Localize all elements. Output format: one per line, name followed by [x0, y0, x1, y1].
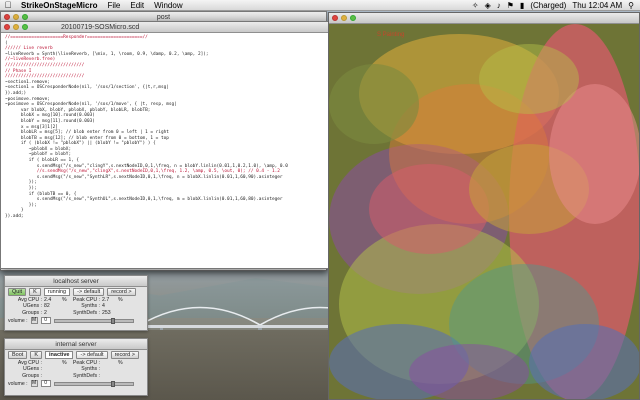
paint-blob	[409, 344, 529, 399]
kill-button[interactable]: K	[30, 351, 42, 359]
code-line: s.sendMsg("/s_new","SynthUL",s.nextNodeI…	[5, 197, 283, 203]
volume-row: volume : M 0	[5, 316, 147, 325]
volume-value[interactable]: 0	[40, 317, 51, 325]
volume-slider[interactable]	[53, 317, 134, 324]
painting-canvas[interactable]	[329, 24, 640, 400]
zoom-icon[interactable]	[22, 14, 28, 20]
code-editor-window: 20100719-SOSMicro.scd //================…	[0, 21, 329, 269]
localhost-server-panel: localhost server Quit K running -> defau…	[4, 275, 148, 331]
stat-cell	[118, 310, 124, 316]
close-icon[interactable]	[332, 15, 338, 21]
close-icon[interactable]	[4, 14, 10, 20]
menu-file[interactable]: File	[102, 0, 125, 11]
clock[interactable]: Thu 12:04 AM	[572, 0, 622, 11]
default-button[interactable]: -> default	[76, 351, 108, 359]
server-status: running	[43, 288, 71, 296]
menu-bar:  StrikeOnStageMicro File Edit Window ✧ …	[0, 0, 640, 11]
stat-cell	[44, 373, 62, 379]
server-stats: Avg CPU :% Peak CPU :% UGens : Synths : Grou…	[5, 360, 147, 379]
slider-thumb[interactable]	[110, 317, 115, 324]
code-line: s.sendMsg("/s_new","SynthLR",s.nextNodeI…	[5, 174, 283, 180]
boot-button[interactable]: Boot	[8, 351, 28, 359]
slider-thumb[interactable]	[110, 380, 115, 387]
code-line: }).add;	[5, 214, 24, 219]
editor-title: 20100719-SOSMicro.scd	[61, 24, 140, 31]
wifi-icon[interactable]: ◈	[485, 0, 491, 11]
stat-cell	[118, 373, 124, 379]
stat-cell: 2	[44, 309, 47, 316]
internal-server-panel: internal server Boot K inactive -> defau…	[4, 338, 148, 396]
internal-server-titlebar[interactable]: internal server	[5, 339, 147, 350]
painting-window: S Painting	[328, 12, 640, 400]
stat-cell: Groups :	[22, 372, 42, 379]
localhost-server-titlebar[interactable]: localhost server	[5, 276, 147, 287]
code-text-area[interactable]: //====================Responder=========…	[1, 33, 328, 269]
kill-button[interactable]: K	[29, 288, 41, 296]
volume-icon[interactable]: ♪	[497, 0, 501, 11]
stat-cell: SynthDefs :	[73, 372, 100, 379]
minimize-icon[interactable]	[13, 14, 19, 20]
volume-slider[interactable]	[53, 380, 134, 387]
menu-window[interactable]: Window	[149, 0, 187, 11]
painting-label: S Painting	[377, 32, 405, 38]
stat-cell: SynthDefs :	[73, 309, 100, 316]
zoom-icon[interactable]	[22, 24, 28, 30]
mute-button[interactable]: M	[30, 380, 38, 388]
stat-cell: 253	[102, 309, 111, 316]
battery-status[interactable]: (Charged)	[530, 0, 566, 11]
server-stats: Avg CPU :2.4% Peak CPU :2.7% UGens :82 Synt…	[5, 297, 147, 316]
minimize-icon[interactable]	[13, 24, 19, 30]
painting-titlebar[interactable]	[329, 13, 639, 24]
editor-titlebar[interactable]: 20100719-SOSMicro.scd	[1, 22, 328, 33]
menu-edit[interactable]: Edit	[125, 0, 149, 11]
record-button[interactable]: record >	[107, 288, 136, 296]
paint-blob	[549, 84, 639, 224]
post-window-title: post	[156, 14, 171, 21]
volume-label: volume :	[8, 380, 28, 387]
internal-server-title: internal server	[55, 341, 97, 348]
localhost-server-title: localhost server	[53, 278, 99, 285]
minimize-icon[interactable]	[341, 15, 347, 21]
server-status: inactive	[45, 351, 74, 359]
quit-button[interactable]: Quit	[8, 288, 27, 296]
paint-blob	[479, 44, 579, 114]
battery-icon[interactable]: ▮	[520, 0, 524, 11]
mute-button[interactable]: M	[30, 317, 38, 325]
stat-cell	[102, 373, 118, 379]
menu-app-name[interactable]: StrikeOnStageMicro	[16, 0, 102, 11]
paint-blob	[529, 324, 639, 399]
apple-icon[interactable]: 	[0, 0, 16, 11]
bluetooth-icon[interactable]: ✧	[472, 0, 479, 11]
zoom-icon[interactable]	[350, 15, 356, 21]
paint-blob	[329, 64, 419, 144]
record-button[interactable]: record >	[110, 351, 139, 359]
close-icon[interactable]	[4, 24, 10, 30]
stat-cell: Groups :	[22, 309, 42, 316]
spotlight-icon[interactable]: ⚲	[628, 0, 634, 11]
volume-label: volume :	[8, 317, 28, 324]
flag-icon[interactable]: ⚑	[507, 0, 514, 11]
volume-row: volume : M 0	[5, 379, 147, 388]
volume-value[interactable]: 0	[40, 380, 51, 388]
default-button[interactable]: -> default	[73, 288, 105, 296]
